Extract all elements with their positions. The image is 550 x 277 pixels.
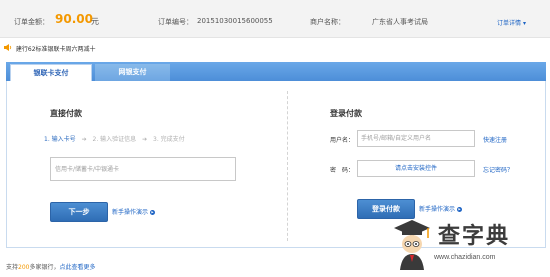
next-step-button[interactable]: 下一步 <box>50 202 108 222</box>
speaker-icon <box>4 44 12 53</box>
step-verify-info: 2. 输入验证信息 <box>92 136 137 143</box>
username-label: 用户名： <box>330 137 355 144</box>
order-info-bar: 订单金额： 90.00 元 订单编号： 20151030015600055 商户… <box>0 0 550 38</box>
login-pay-title: 登录付款 <box>330 109 362 118</box>
forgot-password-link[interactable]: 忘记密码？ <box>483 165 513 174</box>
order-detail-label: 订单详情 <box>497 20 522 27</box>
footer-prefix: 支持 <box>6 264 19 271</box>
install-control-prompt[interactable]: 请点击安装控件 <box>357 160 475 177</box>
password-label: 密 码： <box>330 167 355 174</box>
merchant-name-label: 商户名称： <box>310 18 345 26</box>
direct-pay-guide-link[interactable]: 新手操作演示 ▶ <box>112 207 156 216</box>
card-number-input[interactable] <box>50 157 236 181</box>
column-divider <box>287 91 288 241</box>
supported-banks-footer: 支持200多家银行，点此查看更多 <box>6 262 96 271</box>
footer-suffix: 多家银行， <box>29 264 60 271</box>
payment-tab-strip: 银联卡支付 网银支付 <box>6 62 546 82</box>
play-icon: ▶ <box>150 210 156 215</box>
order-number-label: 订单编号： <box>158 18 193 26</box>
order-amount-label: 订单金额： <box>14 18 49 26</box>
payment-steps: 1. 输入卡号 ➔ 2. 输入验证信息 ➔ 3. 完成支付 <box>44 134 185 143</box>
step-complete-payment: 3. 完成支付 <box>153 136 185 143</box>
watermark-url: www.chazidian.com <box>434 254 496 261</box>
order-detail-link[interactable]: 订单详情 ▾ <box>497 18 526 27</box>
arrow-right-icon: ➔ <box>142 136 148 143</box>
scholar-logo-icon <box>394 220 430 270</box>
chevron-down-icon: ▾ <box>523 20 527 27</box>
tab-unionpay-card[interactable]: 银联卡支付 <box>10 64 92 82</box>
quick-register-link[interactable]: 快速注册 <box>483 135 507 144</box>
order-number-value: 20151030015600055 <box>197 17 273 25</box>
chazidian-watermark: 查字典 www.chazidian.com <box>388 214 548 274</box>
tab-online-banking[interactable]: 网银支付 <box>95 64 170 81</box>
guide-link-label: 新手操作演示 <box>419 206 456 213</box>
guide-link-label: 新手操作演示 <box>112 209 149 216</box>
order-amount-unit: 元 <box>91 17 99 26</box>
merchant-name-value: 广东省人事考试局 <box>372 18 428 26</box>
order-amount-value: 90.00 <box>55 12 93 26</box>
notice-text: 建行62标准银联卡周六两减十 <box>15 46 96 53</box>
promo-notice: 建行62标准银联卡周六两减十 <box>4 44 96 54</box>
login-pay-guide-link[interactable]: 新手操作演示 ▶ <box>419 204 463 213</box>
direct-pay-title: 直接付款 <box>50 109 82 118</box>
play-icon: ▶ <box>457 207 463 212</box>
arrow-right-icon: ➔ <box>81 136 87 143</box>
view-more-banks-link[interactable]: 点此查看更多 <box>59 264 95 271</box>
step-enter-card: 1. 输入卡号 <box>44 136 76 143</box>
username-input[interactable] <box>357 130 475 147</box>
bank-count: 200 <box>18 264 30 271</box>
watermark-text: 查字典 <box>438 223 511 249</box>
